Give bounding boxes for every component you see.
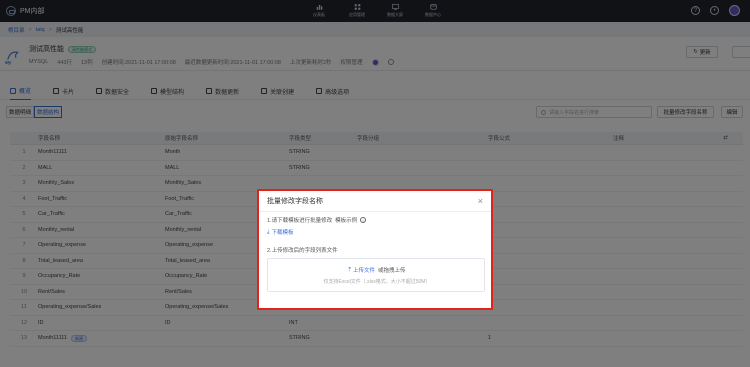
download-label: 下载模板 bbox=[271, 230, 294, 236]
dialog-title: 批量修改字段名称 bbox=[267, 198, 323, 205]
upload-hint: 仅支持Excel文件（.xlsx格式，大小不超过50M） bbox=[323, 279, 431, 285]
upload-file-link[interactable]: ⤒ 上传文件 bbox=[348, 266, 375, 275]
info-icon[interactable]: i bbox=[360, 217, 367, 223]
batch-rename-dialog: 批量修改字段名称 × 1.请下载模板进行批量修改 模板示例 i ⤓ 下载模板 2… bbox=[257, 189, 493, 310]
modal-overlay[interactable] bbox=[0, 0, 750, 367]
step-one-text: 1.请下载模板进行批量修改 bbox=[267, 218, 333, 224]
download-template-link[interactable]: ⤓ 下载模板 bbox=[267, 228, 294, 237]
example-link[interactable]: 模板示例 bbox=[335, 216, 357, 224]
step-two-text: 2.上传修改后的字段列表文件 bbox=[267, 248, 338, 254]
upload-or-text: 或拖拽上传 bbox=[377, 268, 406, 274]
upload-icon: ⤒ bbox=[348, 266, 351, 273]
upload-line: ⤒ 上传文件 或拖拽上传 bbox=[268, 266, 486, 275]
close-icon[interactable]: × bbox=[478, 196, 483, 206]
upload-dropzone[interactable]: ⤒ 上传文件 或拖拽上传 仅支持Excel文件（.xlsx格式，大小不超过50M） bbox=[267, 258, 485, 292]
dialog-header: 批量修改字段名称 × bbox=[259, 191, 491, 212]
download-icon: ⤓ bbox=[267, 228, 270, 235]
upload-link-label: 上传文件 bbox=[352, 268, 375, 274]
step-one: 1.请下载模板进行批量修改 模板示例 i bbox=[267, 216, 367, 224]
